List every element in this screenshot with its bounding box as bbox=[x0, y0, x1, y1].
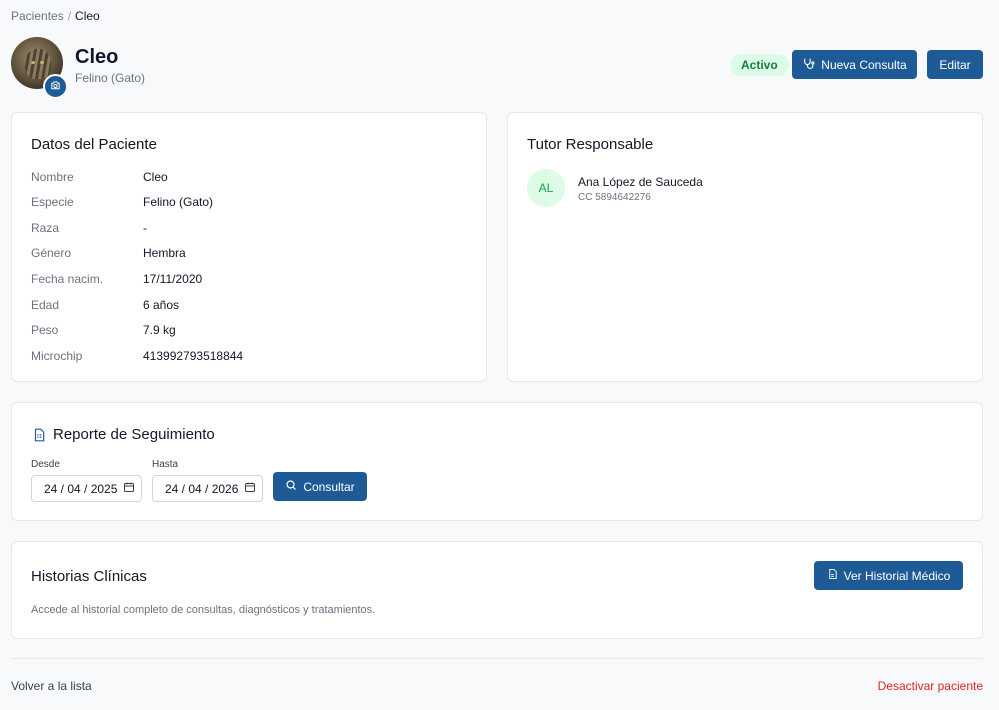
breadcrumb-separator: / bbox=[67, 9, 72, 23]
clinical-histories-card: Historias Clínicas Accede al historial c… bbox=[11, 541, 983, 639]
data-label: Fecha nacim. bbox=[31, 272, 104, 286]
file-icon bbox=[827, 568, 838, 583]
view-medical-history-button[interactable]: Ver Historial Médico bbox=[814, 561, 963, 590]
document-icon bbox=[32, 427, 46, 448]
patient-name: Cleo bbox=[75, 46, 119, 68]
breadcrumb-parent-link[interactable]: Pacientes bbox=[11, 9, 64, 23]
report-title: Reporte de Seguimiento bbox=[53, 426, 215, 443]
patient-species: Felino (Gato) bbox=[75, 71, 146, 85]
data-value: 7.9 kg bbox=[143, 323, 176, 337]
data-label: Nombre bbox=[31, 170, 74, 184]
breadcrumb: Pacientes / Cleo bbox=[11, 9, 100, 23]
from-label: Desde bbox=[31, 459, 60, 470]
view-history-label: Ver Historial Médico bbox=[843, 568, 951, 583]
data-value: 6 años bbox=[143, 298, 180, 312]
data-label: Raza bbox=[31, 221, 60, 235]
breadcrumb-current: Cleo bbox=[75, 9, 100, 23]
deactivate-patient-link[interactable]: Desactivar paciente bbox=[878, 679, 983, 693]
to-label: Hasta bbox=[152, 459, 179, 470]
tutor-document: CC 5894642276 bbox=[578, 192, 651, 203]
follow-up-report-card: Reporte de Seguimiento Desde 24 / 04 / 2… bbox=[11, 402, 983, 521]
data-value: - bbox=[143, 221, 147, 235]
to-date-value: 24 / 04 / 2026 bbox=[165, 481, 239, 496]
data-value: 17/11/2020 bbox=[143, 272, 203, 286]
to-date-input[interactable]: 24 / 04 / 2026 bbox=[152, 475, 263, 502]
from-date-value: 24 / 04 / 2025 bbox=[44, 481, 118, 496]
from-date-input[interactable]: 24 / 04 / 2025 bbox=[31, 475, 142, 502]
calendar-icon[interactable] bbox=[123, 481, 135, 496]
tutor-card: Tutor Responsable AL Ana López de Sauced… bbox=[507, 112, 983, 382]
calendar-icon[interactable] bbox=[244, 481, 256, 496]
data-value: 413992793518844 bbox=[143, 349, 244, 363]
tutor-title: Tutor Responsable bbox=[527, 136, 654, 153]
stethoscope-icon bbox=[802, 57, 815, 73]
data-label: Microchip bbox=[31, 349, 83, 363]
consult-label: Consultar bbox=[303, 479, 355, 494]
edit-button[interactable]: Editar bbox=[927, 50, 983, 79]
data-value: Felino (Gato) bbox=[143, 195, 214, 209]
data-value: Hembra bbox=[143, 246, 186, 260]
histories-title: Historias Clínicas bbox=[31, 568, 147, 585]
consult-report-button[interactable]: Consultar bbox=[273, 472, 367, 501]
data-value: Cleo bbox=[143, 170, 168, 184]
search-icon bbox=[285, 479, 297, 494]
back-to-list-link[interactable]: Volver a la lista bbox=[11, 679, 92, 693]
status-badge: Activo bbox=[730, 54, 789, 76]
divider bbox=[11, 658, 983, 659]
patient-header: Cleo Felino (Gato) Activo Nueva Consulta… bbox=[11, 37, 983, 99]
patient-data-card: Datos del Paciente Nombre Cleo Especie Fel… bbox=[11, 112, 487, 382]
new-consult-button[interactable]: Nueva Consulta bbox=[792, 50, 917, 79]
tutor-name[interactable]: Ana López de Sauceda bbox=[578, 175, 703, 189]
data-label: Peso bbox=[31, 323, 59, 337]
data-label: Especie bbox=[31, 195, 74, 209]
data-label: Edad bbox=[31, 298, 60, 312]
tutor-avatar: AL bbox=[527, 169, 565, 207]
histories-description: Accede al historial completo de consulta… bbox=[31, 604, 376, 616]
patient-data-title: Datos del Paciente bbox=[31, 136, 157, 153]
change-photo-button[interactable] bbox=[43, 74, 68, 99]
new-consult-label: Nueva Consulta bbox=[821, 57, 907, 72]
camera-icon bbox=[50, 78, 61, 96]
data-label: Género bbox=[31, 246, 72, 260]
